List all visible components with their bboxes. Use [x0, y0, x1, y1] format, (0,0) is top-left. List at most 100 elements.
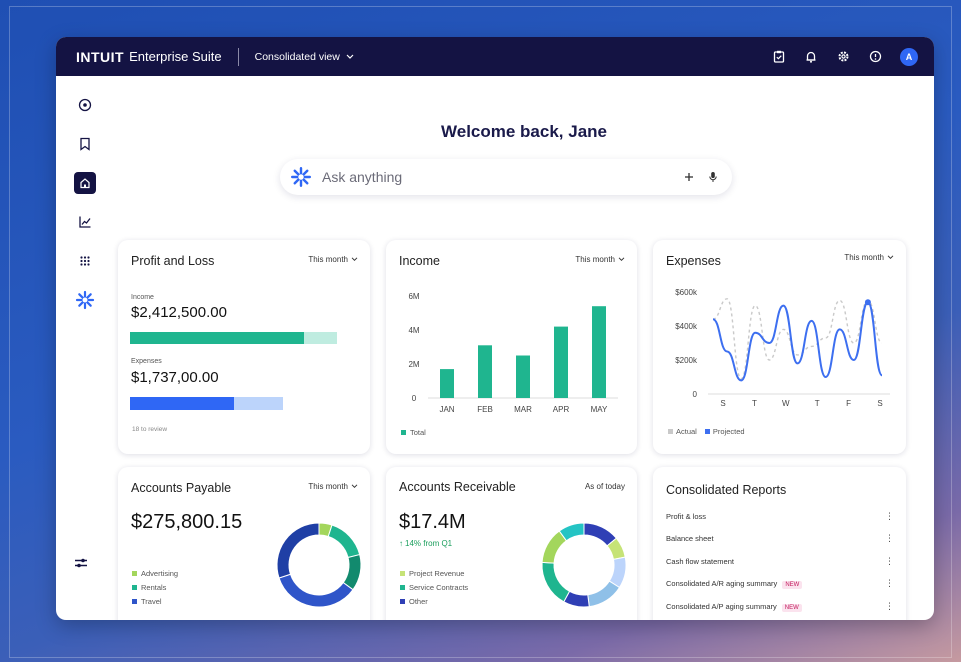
legend-label: Total: [410, 428, 426, 437]
x-tick-label: APR: [553, 405, 570, 414]
period-filter-label: This month: [575, 255, 615, 264]
report-label: Balance sheet: [666, 534, 714, 544]
legend-label: Service Contracts: [409, 583, 469, 592]
plus-circle-icon: [78, 98, 92, 112]
expenses-card: Expenses This month 0 $200k $400k $600k S T W T…: [653, 240, 906, 454]
legend-item: Rentals: [132, 583, 178, 592]
home-icon: [80, 178, 90, 189]
legend-label-projected: Projected: [712, 427, 745, 436]
legend-swatch: [401, 430, 406, 435]
review-link[interactable]: 18 to review: [132, 426, 167, 433]
legend-label-actual: Actual: [676, 427, 697, 436]
period-filter[interactable]: This month: [308, 482, 358, 491]
donut-slice: [541, 561, 571, 603]
report-label: Cash flow statement: [666, 556, 734, 566]
as-of-filter[interactable]: As of today: [585, 482, 625, 491]
sidebar-item-home[interactable]: [74, 172, 96, 194]
legend-swatch: [132, 571, 137, 576]
legend-swatch: [704, 429, 710, 434]
bell-icon[interactable]: [804, 50, 818, 64]
legend-item: Other: [400, 597, 468, 606]
period-filter[interactable]: This month: [575, 255, 625, 264]
avatar[interactable]: A: [900, 47, 918, 66]
sidebar-item-settings[interactable]: [74, 556, 88, 574]
legend-label: Rentals: [141, 583, 167, 592]
chevron-down-icon: [351, 257, 358, 262]
x-tick-label: S: [877, 399, 882, 408]
income-bar-fill: [130, 332, 304, 344]
period-filter-label: This month: [308, 482, 348, 491]
ask-bar: [280, 159, 732, 195]
legend-label: Project Revenue: [409, 569, 465, 578]
more-icon[interactable]: ⋮: [885, 511, 894, 522]
report-item[interactable]: Profit & loss ⋮: [666, 505, 894, 528]
chevron-down-icon: [351, 484, 358, 489]
legend-swatch: [400, 599, 405, 604]
chevron-down-icon: [887, 255, 894, 260]
bar: [554, 326, 568, 398]
profit-loss-card: Profit and Loss This month Income $2,412…: [118, 240, 370, 454]
more-icon[interactable]: ⋮: [885, 533, 894, 544]
series-line-actual: [712, 298, 883, 380]
as-of-filter-label: As of today: [584, 482, 625, 491]
view-selector[interactable]: Consolidated view: [255, 51, 354, 63]
donut-slice: [327, 524, 361, 559]
legend-item: Advertising: [132, 569, 178, 578]
legend-swatch: [132, 585, 137, 590]
bookmark-icon: [80, 137, 90, 151]
period-filter-label: This month: [308, 255, 348, 264]
brand-logo: INTUIT: [76, 48, 125, 65]
sidebar-item-apps[interactable]: [74, 250, 96, 272]
report-item[interactable]: Cash flow statement ⋮: [666, 550, 894, 573]
sidebar-item-ai-assistant[interactable]: [74, 289, 96, 311]
bar: [440, 369, 454, 398]
more-icon[interactable]: ⋮: [885, 556, 894, 567]
x-tick-label: F: [846, 399, 851, 408]
card-title: Expenses: [666, 254, 721, 268]
period-filter[interactable]: This month: [308, 255, 358, 264]
legend-swatch: [668, 429, 673, 434]
sidebar-item-create[interactable]: [74, 94, 96, 116]
chevron-down-icon: [346, 54, 354, 59]
x-tick-label: JAN: [439, 405, 454, 414]
microphone-icon[interactable]: [708, 171, 718, 183]
donut-slice: [276, 522, 320, 579]
y-tick-label: 6M: [408, 292, 419, 301]
report-item[interactable]: Consolidated A/P aging summary NEW ⋮: [666, 595, 894, 618]
legend-label: Advertising: [141, 569, 179, 578]
gear-icon[interactable]: [836, 50, 850, 64]
bar: [592, 306, 606, 398]
sidebar-item-bookmarks[interactable]: [74, 133, 96, 155]
legend-swatch: [132, 599, 137, 604]
income-card: Income This month 0 2M 4M 6M JAN FEB MAR APR MAY…: [386, 240, 637, 454]
x-tick-label: S: [720, 399, 725, 408]
report-label: Consolidated A/R aging summary: [666, 579, 778, 589]
card-title: Consolidated Reports: [666, 483, 787, 497]
legend-swatch: [400, 571, 405, 576]
y-tick-label: 4M: [408, 326, 419, 335]
report-item[interactable]: Balance sheet ⋮: [666, 528, 894, 551]
period-filter[interactable]: This month: [844, 253, 894, 262]
y-tick-label: $200k: [675, 356, 698, 365]
card-title: Accounts Payable: [131, 481, 232, 495]
more-icon[interactable]: ⋮: [885, 578, 894, 589]
plus-icon[interactable]: [684, 172, 694, 182]
accounts-payable-card: Accounts Payable This month $275,800.15 …: [118, 467, 370, 620]
clipboard-icon[interactable]: [772, 50, 786, 64]
more-icon[interactable]: ⋮: [885, 601, 894, 612]
help-icon[interactable]: [868, 50, 882, 64]
ask-actions: [684, 171, 718, 183]
reports-list: Profit & loss ⋮ Balance sheet ⋮ Cash flo…: [666, 505, 894, 618]
legend-swatch: [400, 585, 405, 590]
card-title: Income: [399, 254, 440, 268]
sidebar-item-reports[interactable]: [74, 211, 96, 233]
sparkle-icon: [75, 290, 95, 310]
y-tick-label: 2M: [408, 360, 419, 369]
suite-name: Enterprise Suite: [129, 49, 222, 64]
report-item[interactable]: Consolidated A/R aging summary NEW ⋮: [666, 573, 894, 596]
grid-icon: [80, 256, 90, 266]
payable-legend: Advertising Rentals Travel: [132, 569, 178, 606]
bar: [516, 355, 530, 398]
ask-input[interactable]: [322, 169, 684, 185]
income-bar-track: [130, 332, 337, 344]
